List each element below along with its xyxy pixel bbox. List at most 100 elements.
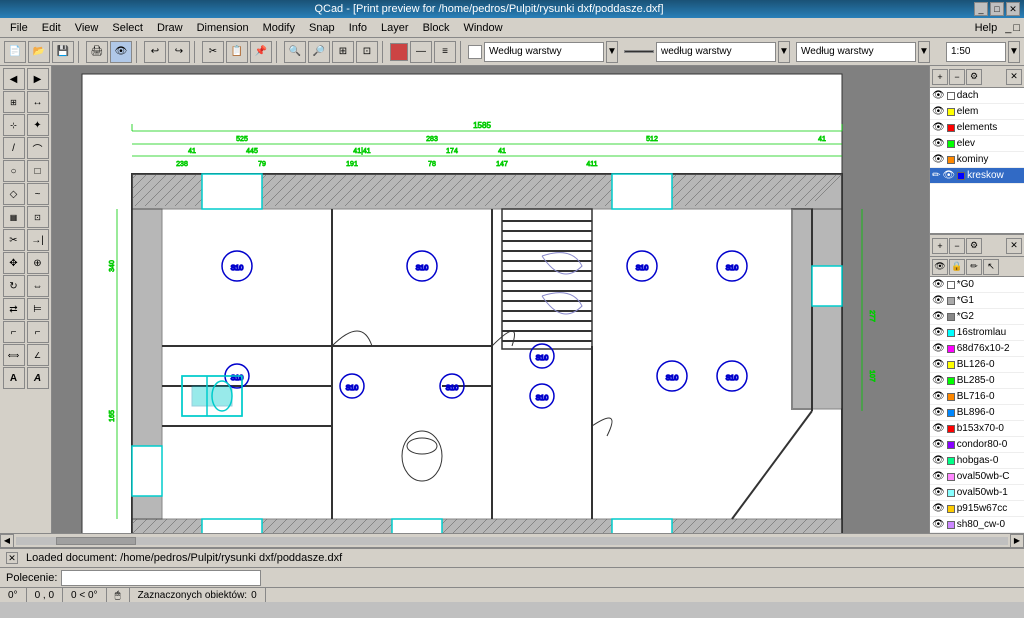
layer-item-16strom[interactable]: 👁 16stromlau: [930, 325, 1024, 341]
dim-angular-button[interactable]: ∠: [27, 344, 49, 366]
menu-window[interactable]: Window: [457, 20, 508, 36]
layer-remove-button[interactable]: −: [949, 69, 965, 85]
minimize-button[interactable]: _: [974, 2, 988, 16]
layer-item-elev[interactable]: 👁 elev: [930, 136, 1024, 152]
menu-view[interactable]: View: [69, 20, 105, 36]
layer-linewidth-dropdown[interactable]: Według warstwy: [796, 42, 916, 62]
rotate-button[interactable]: ↻: [3, 275, 25, 297]
layer-item-g0[interactable]: 👁 *G0: [930, 277, 1024, 293]
dropdown-arrow3[interactable]: ▼: [918, 41, 930, 63]
new-button[interactable]: 📄: [4, 41, 26, 63]
open-button[interactable]: 📂: [28, 41, 50, 63]
menu-modify[interactable]: Modify: [257, 20, 301, 36]
menu-file[interactable]: File: [4, 20, 34, 36]
line-type-button[interactable]: —: [410, 41, 432, 63]
print-preview-button[interactable]: 👁: [110, 41, 132, 63]
extend-button[interactable]: →|: [27, 229, 49, 251]
nav-back-button[interactable]: ◀: [3, 68, 25, 90]
snap-grid-button[interactable]: ⊹: [3, 114, 25, 136]
layer-item-elements[interactable]: 👁 elements: [930, 120, 1024, 136]
dim-linear-button[interactable]: ⟺: [3, 344, 25, 366]
layer-add-button[interactable]: +: [932, 69, 948, 85]
undo-button[interactable]: ↩: [144, 41, 166, 63]
layer-panel-close-button[interactable]: ✕: [1006, 69, 1022, 85]
status-close-button[interactable]: ✕: [6, 552, 18, 564]
command-input[interactable]: [61, 570, 261, 586]
copy-button[interactable]: 📋: [226, 41, 248, 63]
close-button[interactable]: ✕: [1006, 2, 1020, 16]
zoom-out-button[interactable]: 🔎: [308, 41, 330, 63]
scroll-left-button[interactable]: ◀: [0, 534, 14, 548]
dropdown-arrow1[interactable]: ▼: [606, 41, 618, 63]
copy-entity-button[interactable]: ⊕: [27, 252, 49, 274]
redo-button[interactable]: ↪: [168, 41, 190, 63]
maximize-button[interactable]: □: [990, 2, 1004, 16]
layer-item-hobgas[interactable]: 👁 hobgas-0: [930, 453, 1024, 469]
menu-dimension[interactable]: Dimension: [191, 20, 255, 36]
line-width-button[interactable]: ≡: [434, 41, 456, 63]
layer-item-b153[interactable]: 👁 b153x70-0: [930, 421, 1024, 437]
chamfer-button[interactable]: ⌐: [27, 321, 49, 343]
scale-dropdown-arrow[interactable]: ▼: [1008, 41, 1020, 63]
menu-help[interactable]: Help: [969, 20, 1004, 36]
layer-item-oval50c[interactable]: 👁 oval50wb-C: [930, 469, 1024, 485]
layer-item-bl896[interactable]: 👁 BL896-0: [930, 405, 1024, 421]
menu-block[interactable]: Block: [417, 20, 456, 36]
draw-circle-button[interactable]: ○: [3, 160, 25, 182]
dropdown-arrow2[interactable]: ▼: [778, 41, 790, 63]
menu-layer[interactable]: Layer: [375, 20, 415, 36]
save-button[interactable]: 💾: [52, 41, 74, 63]
layer-item-p915[interactable]: 👁 p915w67cc: [930, 501, 1024, 517]
layer-item-68d76[interactable]: 👁 68d76x10-2: [930, 341, 1024, 357]
layer-color-dropdown[interactable]: Według warstwy: [484, 42, 604, 62]
layer-item-condor[interactable]: 👁 condor80-0: [930, 437, 1024, 453]
layer-item-g1[interactable]: 👁 *G1: [930, 293, 1024, 309]
block-button[interactable]: ⊡: [27, 206, 49, 228]
zoom-select-button[interactable]: ⊡: [356, 41, 378, 63]
text-button[interactable]: A: [3, 367, 25, 389]
layer-item-elem[interactable]: 👁 elem: [930, 104, 1024, 120]
zoom-fit-button[interactable]: ⊞: [332, 41, 354, 63]
draw-spline-button[interactable]: ~: [27, 183, 49, 205]
help-min-button[interactable]: _: [1005, 22, 1011, 34]
print-button[interactable]: 🖨: [86, 41, 108, 63]
layer-filter-button[interactable]: 👁: [932, 259, 948, 275]
move-button[interactable]: ✥: [3, 252, 25, 274]
cut-button[interactable]: ✂: [202, 41, 224, 63]
layer-item-g2[interactable]: 👁 *G2: [930, 309, 1024, 325]
hatch-button[interactable]: ▦: [3, 206, 25, 228]
layer-item-bl716[interactable]: 👁 BL716-0: [930, 389, 1024, 405]
color-button[interactable]: [390, 43, 408, 61]
canvas-area[interactable]: 1585 525 283 512 41 41 445 41|41 174 41 …: [52, 66, 929, 533]
menu-select[interactable]: Select: [106, 20, 149, 36]
scroll-right-button[interactable]: ▶: [1010, 534, 1024, 548]
draw-arc-button[interactable]: ⌒: [27, 137, 49, 159]
layer-settings-button[interactable]: ⚙: [966, 69, 982, 85]
mirror-button[interactable]: ⇄: [3, 298, 25, 320]
layer-list-top[interactable]: 👁 dach 👁 elem 👁 elements 👁 e: [930, 88, 1024, 233]
layer-add-button-b[interactable]: +: [932, 238, 948, 254]
scroll-thumb[interactable]: [56, 537, 136, 545]
layer-item-dach[interactable]: 👁 dach: [930, 88, 1024, 104]
layer-list-bottom[interactable]: 👁 *G0 👁 *G1 👁 *G2 👁 16stroml: [930, 277, 1024, 533]
menu-info[interactable]: Info: [343, 20, 373, 36]
layer-item-kreskow[interactable]: ✏ 👁 kreskow: [930, 168, 1024, 184]
nav-forward-button[interactable]: ▶: [27, 68, 49, 90]
draw-rect-button[interactable]: □: [27, 160, 49, 182]
layer-pen-button[interactable]: ✏: [966, 259, 982, 275]
trim-button[interactable]: ✂: [3, 229, 25, 251]
scale-button[interactable]: ⇔: [27, 275, 49, 297]
text-style-button[interactable]: A: [27, 367, 49, 389]
scroll-track[interactable]: [16, 537, 1008, 545]
layer-item-oval50-1[interactable]: 👁 oval50wb-1: [930, 485, 1024, 501]
layer-cursor-button[interactable]: ↖: [983, 259, 999, 275]
zoom-window-button[interactable]: ⊞: [3, 91, 25, 113]
help-max-button[interactable]: □: [1013, 22, 1020, 34]
paste-button[interactable]: 📌: [250, 41, 272, 63]
draw-line-button[interactable]: /: [3, 137, 25, 159]
layer-lock-button[interactable]: 🔒: [949, 259, 965, 275]
layer-linetype-dropdown[interactable]: według warstwy: [656, 42, 776, 62]
layer-item-bl126[interactable]: 👁 BL126-0: [930, 357, 1024, 373]
layer-checkbox[interactable]: [468, 45, 482, 59]
offset-button[interactable]: ⊨: [27, 298, 49, 320]
